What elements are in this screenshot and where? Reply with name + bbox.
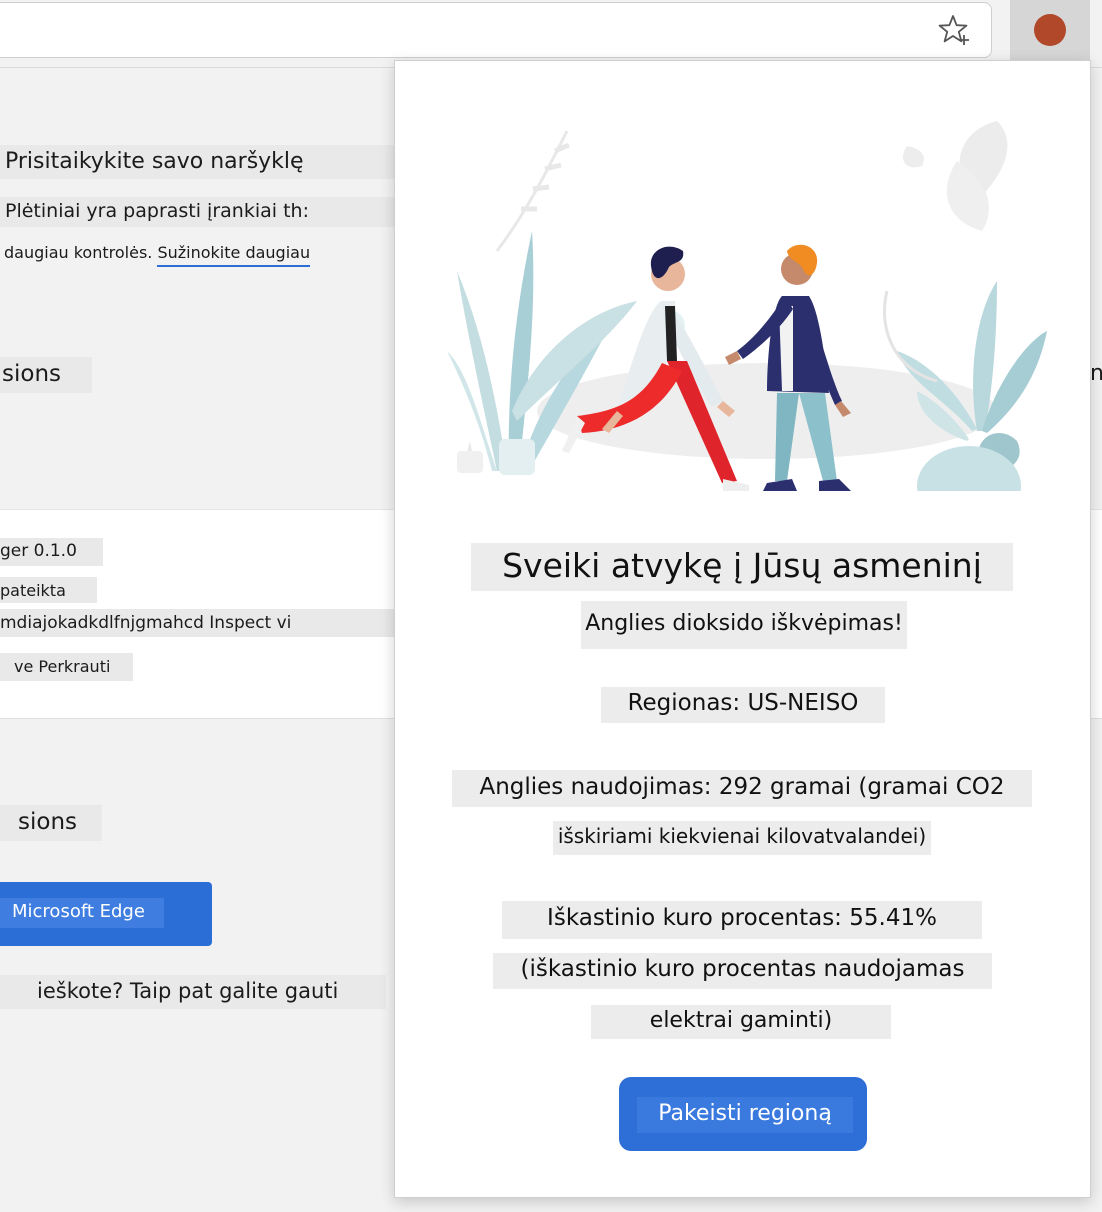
- learn-more-link[interactable]: Sužinokite daugiau: [157, 243, 311, 267]
- change-region-button-label: Pakeisti regioną: [637, 1097, 853, 1133]
- add-favorite-button[interactable]: [932, 12, 976, 48]
- change-region-button[interactable]: Pakeisti regioną: [619, 1077, 867, 1151]
- intro-text-line2-label: daugiau kontrolės.: [4, 243, 153, 262]
- browser-toolbar: [0, 0, 1102, 68]
- people-plants-illustration: [447, 121, 1047, 491]
- star-add-icon: [938, 15, 969, 45]
- section-heading-2: sions: [0, 805, 102, 841]
- footer-text: ieškote? Taip pat galite gauti: [0, 975, 386, 1009]
- intro-text-line2: daugiau kontrolės. Sužinokite daugiau: [0, 239, 340, 269]
- fossil-fuel-description-line2: elektrai gaminti): [591, 1005, 891, 1039]
- section-heading: sions: [0, 357, 92, 393]
- address-bar[interactable]: [0, 2, 992, 58]
- store-button[interactable]: Microsoft Edge: [0, 882, 212, 946]
- extension-id-inspect[interactable]: mdiajokadkdlfnjgmahcd Inspect vi: [0, 609, 398, 637]
- page-title: Prisitaikykite savo naršyklę: [0, 145, 398, 179]
- region-label: Regionas: US-NEISO: [601, 687, 885, 723]
- intro-text-line1: Plėtiniai yra paprasti įrankiai th:: [0, 197, 396, 227]
- fossil-fuel-description-line1: (iškastinio kuro procentas naudojamas: [493, 953, 992, 989]
- extension-popup: Sveiki atvykę į Jūsų asmeninį Anglies di…: [394, 60, 1091, 1198]
- carbon-usage-unit-text: išskiriami kiekvienai kilovatvalandei): [553, 821, 931, 855]
- extension-name-version: ger 0.1.0: [0, 538, 103, 566]
- extension-dot-icon: [1034, 14, 1066, 46]
- extension-button[interactable]: [1010, 0, 1090, 60]
- store-button-label: Microsoft Edge: [0, 898, 164, 928]
- extension-status: pateikta: [0, 577, 97, 603]
- fossil-fuel-percentage: Iškastinio kuro procentas: 55.41%: [502, 901, 982, 939]
- carbon-usage-text: Anglies naudojimas: 292 gramai (gramai C…: [452, 770, 1032, 807]
- extension-actions[interactable]: ve Perkrauti: [0, 653, 133, 681]
- popup-subtitle: Anglies dioksido iškvėpimas!: [581, 601, 907, 649]
- cut-off-text: n: [1090, 361, 1102, 386]
- popup-title: Sveiki atvykę į Jūsų asmeninį: [471, 543, 1013, 591]
